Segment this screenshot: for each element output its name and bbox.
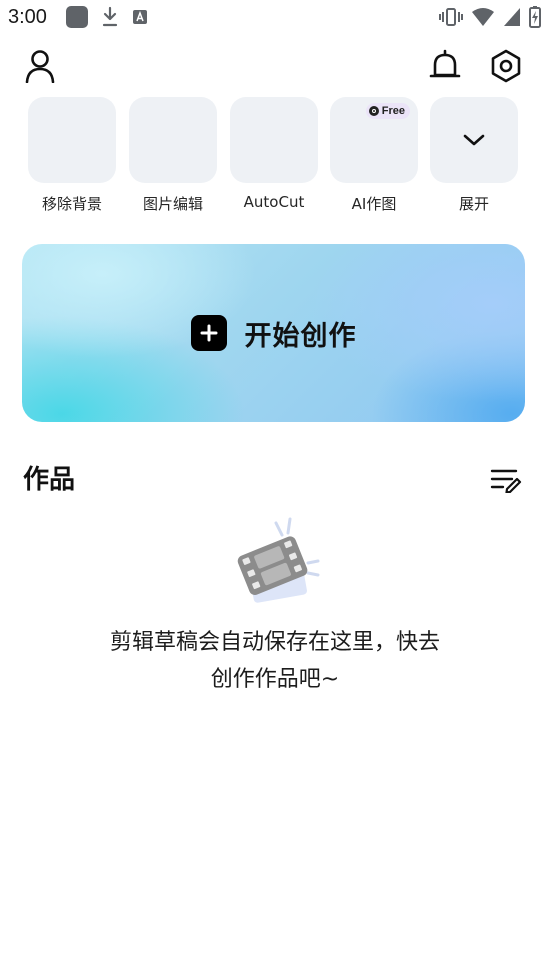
tool-autocut[interactable]: AutoCut bbox=[230, 97, 318, 217]
tool-expand[interactable]: 展开 bbox=[430, 97, 518, 217]
tool-tile[interactable] bbox=[430, 97, 518, 183]
tool-tile[interactable] bbox=[28, 97, 116, 183]
settings-button[interactable] bbox=[488, 48, 524, 84]
film-illustration bbox=[228, 515, 328, 610]
tool-label: 移除背景 bbox=[41, 195, 102, 213]
free-badge-label: Free bbox=[381, 105, 405, 117]
app-square-icon bbox=[66, 6, 88, 28]
clock-icon bbox=[368, 106, 379, 116]
manage-works-button[interactable] bbox=[488, 462, 524, 498]
tool-label: 图片编辑 bbox=[142, 195, 203, 213]
tool-photo-edit[interactable]: 图片编辑 bbox=[129, 97, 217, 217]
chevron-down-icon bbox=[463, 134, 485, 146]
tool-remove-background[interactable]: 移除背景 bbox=[28, 97, 116, 217]
empty-state-message: 剪辑草稿会自动保存在这里，快去 创作作品吧~ bbox=[60, 624, 490, 698]
bell-icon bbox=[429, 49, 461, 78]
battery-icon bbox=[529, 6, 541, 28]
status-left-icons bbox=[66, 6, 148, 28]
list-edit-icon bbox=[490, 469, 522, 493]
plus-icon bbox=[190, 315, 227, 351]
status-time: 3:00 bbox=[8, 6, 47, 28]
empty-state-line-1: 剪辑草稿会自动保存在这里，快去 bbox=[109, 630, 440, 655]
start-creating-content: 开始创作 bbox=[190, 314, 357, 353]
free-badge: Free bbox=[365, 103, 410, 119]
profile-button[interactable] bbox=[22, 48, 58, 84]
font-a-icon bbox=[133, 10, 147, 24]
tool-label: 展开 bbox=[458, 195, 489, 213]
tool-tile[interactable]: Free bbox=[330, 97, 418, 183]
tool-tile[interactable] bbox=[129, 97, 217, 183]
start-creating-button[interactable]: 开始创作 bbox=[22, 244, 525, 422]
status-bar: 3:00 bbox=[0, 0, 551, 36]
profile-icon bbox=[25, 50, 55, 83]
tool-label: AI作图 bbox=[351, 195, 397, 213]
wifi-icon bbox=[472, 8, 494, 26]
signal-icon bbox=[504, 8, 520, 26]
quick-tools-row: 移除背景 图片编辑 AutoCut Free AI作图 展开 bbox=[28, 97, 523, 217]
tool-tile[interactable] bbox=[230, 97, 318, 183]
notifications-button[interactable] bbox=[427, 48, 463, 84]
works-title: 作品 bbox=[23, 465, 76, 495]
status-right-icons bbox=[439, 6, 541, 28]
vibrate-icon bbox=[439, 8, 463, 26]
tool-label: AutoCut bbox=[243, 193, 305, 211]
settings-icon bbox=[491, 49, 521, 83]
start-creating-label: 开始创作 bbox=[244, 320, 357, 352]
empty-state-line-2: 创作作品吧~ bbox=[210, 667, 340, 692]
tool-ai-image[interactable]: Free AI作图 bbox=[330, 97, 418, 217]
download-icon bbox=[102, 6, 118, 27]
